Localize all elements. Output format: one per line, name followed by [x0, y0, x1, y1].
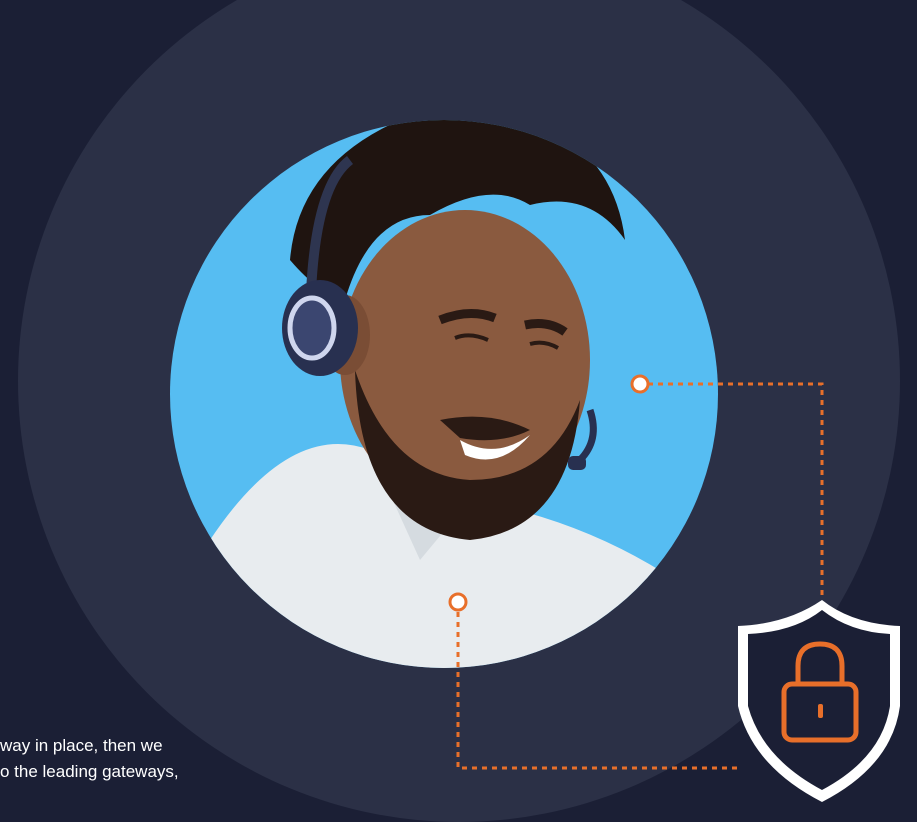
- shield-badge: [732, 596, 907, 806]
- body-text-line-1: way in place, then we: [0, 736, 163, 755]
- shield-icon: [738, 600, 900, 802]
- body-text: way in place, then we o the leading gate…: [0, 733, 300, 785]
- agent-photo: [170, 120, 718, 668]
- body-text-line-2: o the leading gateways,: [0, 762, 179, 781]
